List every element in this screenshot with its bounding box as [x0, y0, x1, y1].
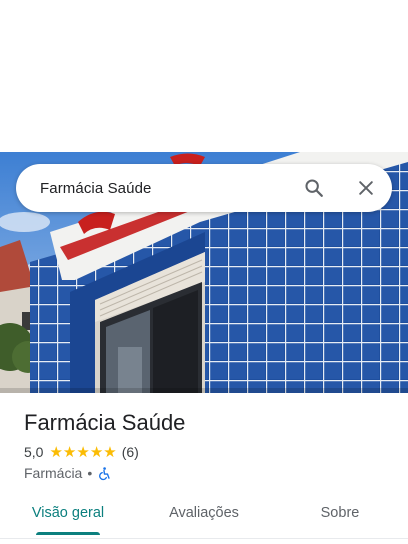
star-icon: ★ — [89, 443, 104, 461]
tab-about[interactable]: Sobre — [272, 496, 408, 536]
close-button[interactable] — [346, 168, 386, 208]
rating-value: 5,0 — [24, 444, 44, 460]
star-rating: ★ ★ ★ ★ ★ — [49, 445, 116, 460]
category-row: Farmácia • — [24, 465, 111, 481]
tab-reviews[interactable]: Avaliações — [136, 496, 272, 536]
star-icon: ★ — [49, 443, 63, 461]
star-icon: ★ — [62, 443, 77, 461]
close-icon — [359, 181, 373, 195]
place-title: Farmácia Saúde — [24, 410, 186, 435]
review-count[interactable]: (6) — [122, 444, 139, 460]
search-icon — [305, 179, 323, 197]
star-icon: ★ — [103, 443, 117, 461]
search-bar — [16, 164, 392, 212]
tab-divider — [0, 538, 408, 539]
search-button[interactable] — [294, 168, 334, 208]
star-icon: ★ — [76, 443, 90, 461]
search-input[interactable] — [40, 179, 294, 197]
separator-dot: • — [87, 465, 93, 481]
tab-overview[interactable]: Visão geral — [0, 496, 136, 536]
place-category[interactable]: Farmácia — [24, 465, 82, 481]
wheelchair-icon — [99, 466, 110, 480]
place-panel: Farmácia Saúde 5,0 ★★★★★ (6) Farmácia • … — [0, 0, 408, 544]
rating-row[interactable]: 5,0 ★ ★ ★ ★ ★ (6) — [24, 444, 139, 460]
tab-bar: Visão geral Avaliações Sobre — [0, 496, 408, 536]
